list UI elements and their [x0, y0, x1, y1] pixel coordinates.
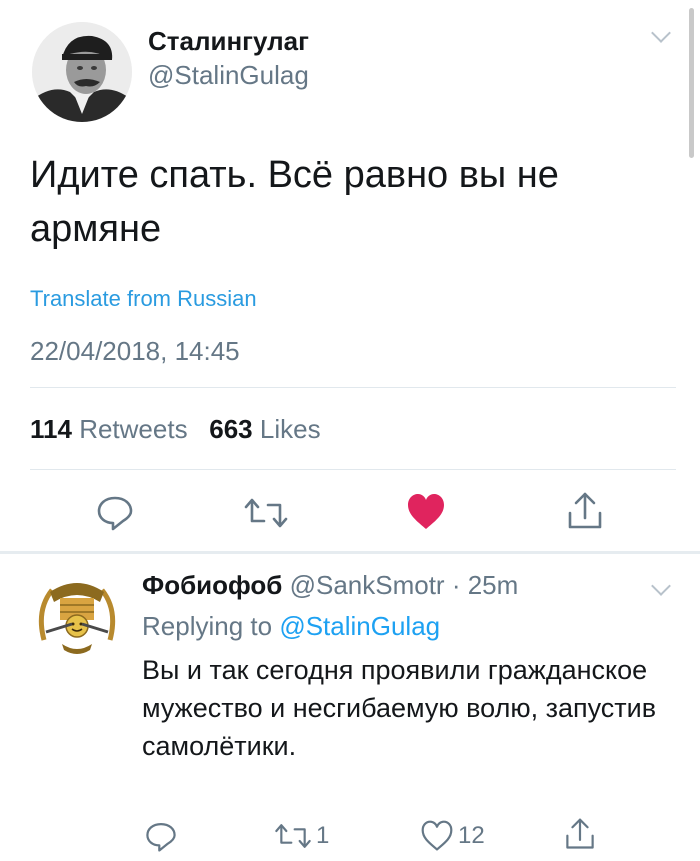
replying-to: Replying to @StalinGulag: [142, 611, 440, 642]
share-icon: [568, 492, 602, 529]
share-icon: [566, 818, 594, 849]
share-button[interactable]: [566, 491, 604, 531]
avatar[interactable]: [32, 22, 132, 122]
share-button[interactable]: [564, 817, 596, 851]
reply-button[interactable]: [95, 492, 135, 532]
retweets-count[interactable]: 114: [30, 414, 72, 444]
heart-icon: [408, 494, 444, 529]
reply-icon: [146, 822, 176, 852]
retweet-button[interactable]: [244, 495, 288, 531]
chevron-down-icon[interactable]: [651, 576, 671, 596]
avatar-portrait-image: [32, 22, 132, 122]
reply-author-name[interactable]: Фобиофоб: [142, 570, 282, 600]
like-button[interactable]: 12: [420, 820, 485, 852]
divider: [30, 469, 676, 470]
retweet-icon: [244, 498, 288, 528]
reply-icon: [97, 496, 133, 531]
main-tweet: Сталингулаг @StalinGulag Идите спать. Вс…: [0, 0, 700, 552]
retweet-button[interactable]: 1: [274, 821, 329, 851]
like-button[interactable]: [406, 493, 446, 531]
retweet-count: 1: [316, 822, 330, 849]
reply-text: Вы и так сегодня проявили гражданское му…: [142, 655, 657, 761]
likes-count[interactable]: 663: [209, 414, 252, 444]
author-name[interactable]: Сталингулаг: [148, 26, 309, 57]
reply-time: · 25m: [451, 570, 519, 600]
tweet-timestamp: 22/04/2018, 14:45: [30, 336, 240, 366]
replying-mention[interactable]: @StalinGulag: [279, 611, 440, 641]
avatar[interactable]: [32, 570, 122, 660]
replying-prefix: Replying to: [142, 611, 273, 641]
chevron-down-icon[interactable]: [651, 23, 671, 43]
likes-label[interactable]: Likes: [260, 414, 321, 444]
like-count: 12: [458, 822, 485, 849]
avatar-emblem-image: [33, 571, 121, 659]
heart-outline-icon: [421, 820, 453, 851]
retweets-label[interactable]: Retweets: [79, 414, 187, 444]
engagement-stats: 114 Retweets 663 Likes: [30, 414, 321, 445]
author-handle[interactable]: @StalinGulag: [148, 60, 309, 91]
translate-link[interactable]: Translate from Russian: [30, 286, 257, 312]
reply-author-handle[interactable]: @SankSmotr: [290, 570, 445, 600]
divider: [30, 387, 676, 388]
tweet-text: Идите спать. Всё равно вы не армяне: [30, 154, 559, 250]
retweet-icon: [275, 824, 311, 848]
reply-button[interactable]: [144, 819, 178, 853]
reply-header: Фобиофоб @SankSmotr · 25m: [142, 570, 518, 601]
reply-tweet[interactable]: Фобиофоб @SankSmotr · 25m Replying to @S…: [0, 553, 700, 861]
